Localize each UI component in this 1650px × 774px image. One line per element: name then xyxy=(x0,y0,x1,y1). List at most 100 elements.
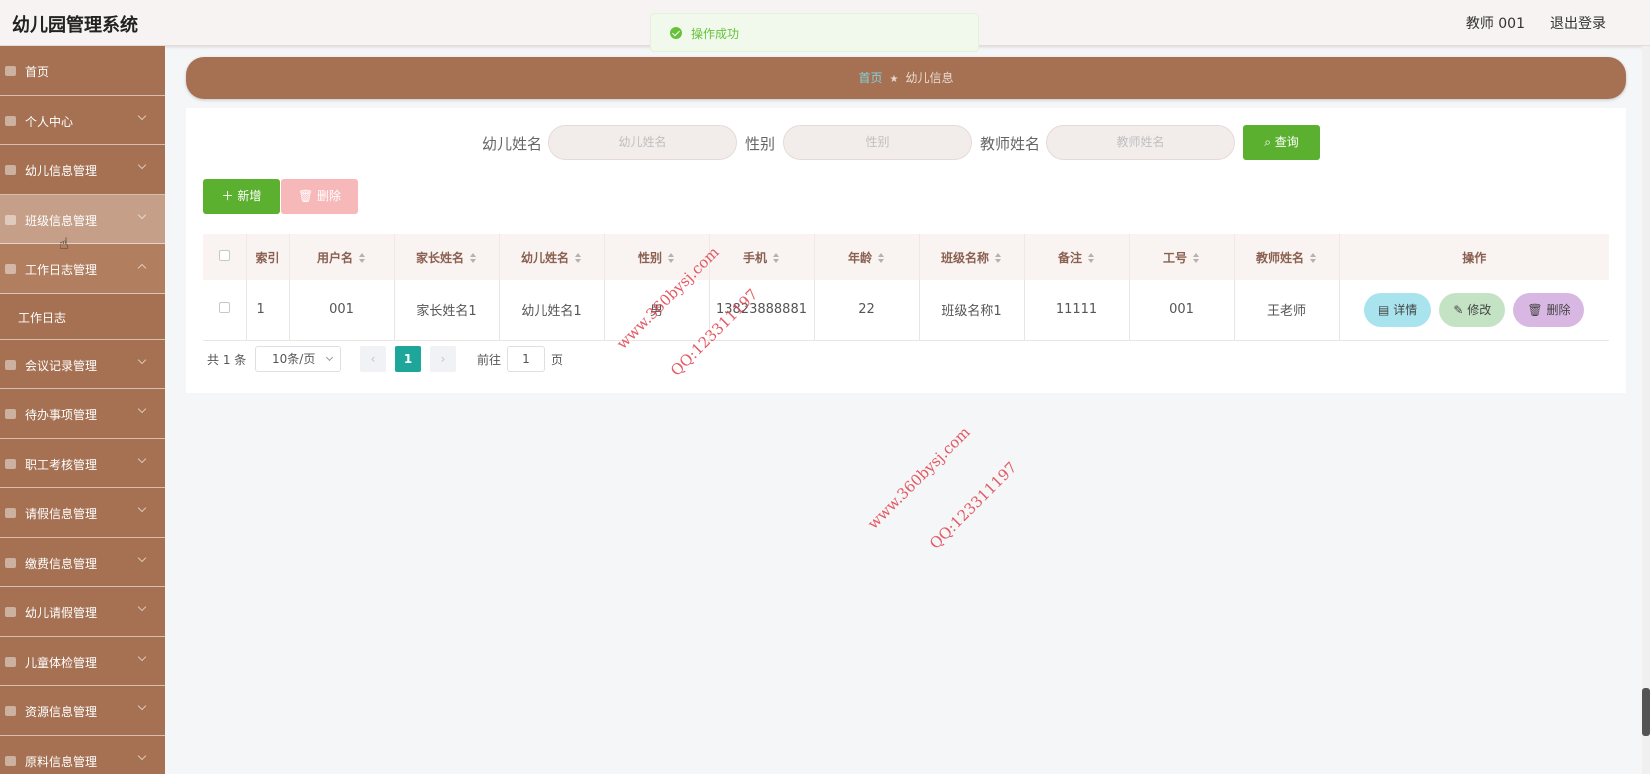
sort-icon[interactable] xyxy=(668,253,675,263)
chevron-down-icon xyxy=(137,160,147,170)
column-header-label: 手机 xyxy=(742,250,767,265)
sort-icon[interactable] xyxy=(1088,253,1095,263)
logout-link[interactable]: 退出登录 xyxy=(1550,13,1606,33)
sidebar-subitem-work-log[interactable]: 工作日志 xyxy=(0,294,165,340)
chevron-down-icon xyxy=(137,701,147,711)
sidebar-item-label: 工作日志 xyxy=(18,310,67,325)
column-header[interactable]: 备注 xyxy=(1024,234,1130,280)
chevron-down-icon xyxy=(137,355,147,364)
column-header[interactable]: 用户名 xyxy=(289,234,395,280)
column-header-label: 年龄 xyxy=(847,250,872,265)
row-checkbox[interactable] xyxy=(218,302,230,314)
cell-child-name: 幼儿姓名1 xyxy=(499,280,605,341)
sidebar-item-label: 个人中心 xyxy=(25,114,74,129)
column-header[interactable]: 教师姓名 xyxy=(1234,234,1340,280)
cell-actions: ▤ 详情 ✎ 修改 🗑 删除 xyxy=(1339,280,1609,341)
toast-message: 操作成功 xyxy=(691,27,740,41)
goto-label: 前往 xyxy=(477,353,502,367)
sidebar-item-label: 工作日志管理 xyxy=(25,263,98,277)
sidebar-item-class-info[interactable]: 班级信息管理 xyxy=(0,194,165,244)
column-header[interactable]: 幼儿姓名 xyxy=(499,234,605,280)
sidebar-item-meeting-records[interactable]: 会议记录管理 xyxy=(0,340,165,389)
edit-button-label: 修改 xyxy=(1467,302,1492,317)
sidebar-item-child-leave[interactable]: 幼儿请假管理 xyxy=(0,587,165,637)
teacher-name-label: 教师姓名 xyxy=(980,135,1041,153)
page-scrollbar-thumb[interactable] xyxy=(1642,688,1650,736)
sidebar-item-work-log[interactable]: 工作日志管理 xyxy=(0,244,165,294)
delete-button-label: 删除 xyxy=(317,189,342,203)
todo-icon xyxy=(5,409,16,419)
current-page-number[interactable]: 1 xyxy=(395,346,421,372)
cell-phone: 13823888881 xyxy=(709,280,815,341)
column-header[interactable]: 手机 xyxy=(709,234,815,280)
query-button-label: 查询 xyxy=(1274,135,1299,149)
sort-icon[interactable] xyxy=(1310,253,1317,263)
gender-input[interactable]: 性别 xyxy=(783,125,972,160)
page-size-select[interactable]: 10条/页 xyxy=(255,346,341,372)
list-icon xyxy=(5,264,16,274)
column-header[interactable]: 性别 xyxy=(604,234,710,280)
select-all-cell xyxy=(203,234,247,280)
column-header[interactable]: 家长姓名 xyxy=(394,234,500,280)
sidebar-item-staff-assessment[interactable]: 职工考核管理 xyxy=(0,439,165,488)
sort-icon[interactable] xyxy=(359,253,366,263)
row-select-cell xyxy=(203,280,247,341)
detail-button[interactable]: ▤ 详情 xyxy=(1364,292,1432,327)
sidebar-item-todo[interactable]: 待办事项管理 xyxy=(0,389,165,439)
cell-index: 1 xyxy=(246,280,290,341)
document-icon: ▤ xyxy=(1378,302,1394,317)
column-header-label: 性别 xyxy=(637,250,662,265)
column-header-label: 工号 xyxy=(1162,250,1187,265)
add-button[interactable]: ＋ 新增 xyxy=(203,179,280,214)
sort-icon[interactable] xyxy=(773,253,780,263)
sidebar-item-resource-info[interactable]: 资源信息管理 xyxy=(0,686,165,736)
mic-icon xyxy=(5,557,16,568)
goto-page-input[interactable]: 1 xyxy=(507,346,545,372)
breadcrumb-current: 幼儿信息 xyxy=(905,71,954,85)
child-name-label: 幼儿姓名 xyxy=(482,135,543,153)
sidebar-item-label: 首页 xyxy=(25,65,50,79)
column-header-label: 班级名称 xyxy=(940,250,989,265)
sidebar-menu: 首页 个人中心 幼儿信息管理 班级信息管理 工作日志管理 工作日志 会议记录管理… xyxy=(0,46,165,774)
success-check-icon xyxy=(670,27,682,39)
hand-cursor-icon: ☝ xyxy=(59,234,69,253)
column-header[interactable]: 班级名称 xyxy=(919,234,1025,280)
next-page-button[interactable]: › xyxy=(430,346,456,372)
sidebar-item-payment-info[interactable]: 缴费信息管理 xyxy=(0,538,165,587)
sidebar-item-label: 会议记录管理 xyxy=(25,358,98,373)
sidebar-item-material-info[interactable]: 原料信息管理 xyxy=(0,736,165,774)
row-delete-button[interactable]: 🗑 删除 xyxy=(1513,292,1585,327)
sidebar-item-child-checkup[interactable]: 儿童体检管理 xyxy=(0,637,165,686)
edit-button[interactable]: ✎ 修改 xyxy=(1439,292,1506,327)
column-header[interactable]: 年龄 xyxy=(814,234,920,280)
star-separator-icon: ★ xyxy=(889,74,899,85)
chevron-down-icon xyxy=(325,353,334,362)
table-row: 1 001 家长姓名1 幼儿姓名1 男 13823888881 22 班级名称1… xyxy=(203,280,1609,341)
sidebar-item-label: 儿童体检管理 xyxy=(25,655,98,670)
sort-icon[interactable] xyxy=(470,253,477,263)
sort-icon[interactable] xyxy=(878,253,885,263)
sidebar-item-child-info[interactable]: 幼儿信息管理 xyxy=(0,145,165,195)
prev-page-button[interactable]: ‹ xyxy=(360,346,386,372)
content-panel: 幼儿姓名 幼儿姓名 性别 性别 教师姓名 教师姓名 ⌕ 查询 ＋ 新增 🗑 删除… xyxy=(186,108,1626,393)
sort-icon[interactable] xyxy=(575,253,582,263)
select-all-checkbox[interactable] xyxy=(218,250,230,261)
child-name-input[interactable]: 幼儿姓名 xyxy=(548,125,737,160)
sort-icon[interactable] xyxy=(1193,253,1200,263)
page-scrollbar-track[interactable] xyxy=(1642,46,1650,774)
chart-icon xyxy=(5,706,16,716)
row-delete-button-label: 删除 xyxy=(1546,302,1571,317)
chevron-down-icon xyxy=(137,454,147,463)
query-button[interactable]: ⌕ 查询 xyxy=(1243,125,1320,160)
sidebar-item-leave-info[interactable]: 请假信息管理 xyxy=(0,488,165,538)
batch-delete-button[interactable]: 🗑 删除 xyxy=(281,179,358,214)
sort-icon[interactable] xyxy=(995,253,1002,263)
column-header[interactable]: 工号 xyxy=(1129,234,1235,280)
breadcrumb-home[interactable]: 首页 xyxy=(859,71,883,85)
sidebar-item-label: 资源信息管理 xyxy=(25,705,98,719)
teacher-name-input[interactable]: 教师姓名 xyxy=(1046,125,1235,160)
app-title: 幼儿园管理系统 xyxy=(12,15,138,36)
watermark-site: www.360bysj.com xyxy=(864,423,974,533)
sidebar-item-home[interactable]: 首页 xyxy=(0,46,165,96)
sidebar-item-personal-center[interactable]: 个人中心 xyxy=(0,96,165,145)
